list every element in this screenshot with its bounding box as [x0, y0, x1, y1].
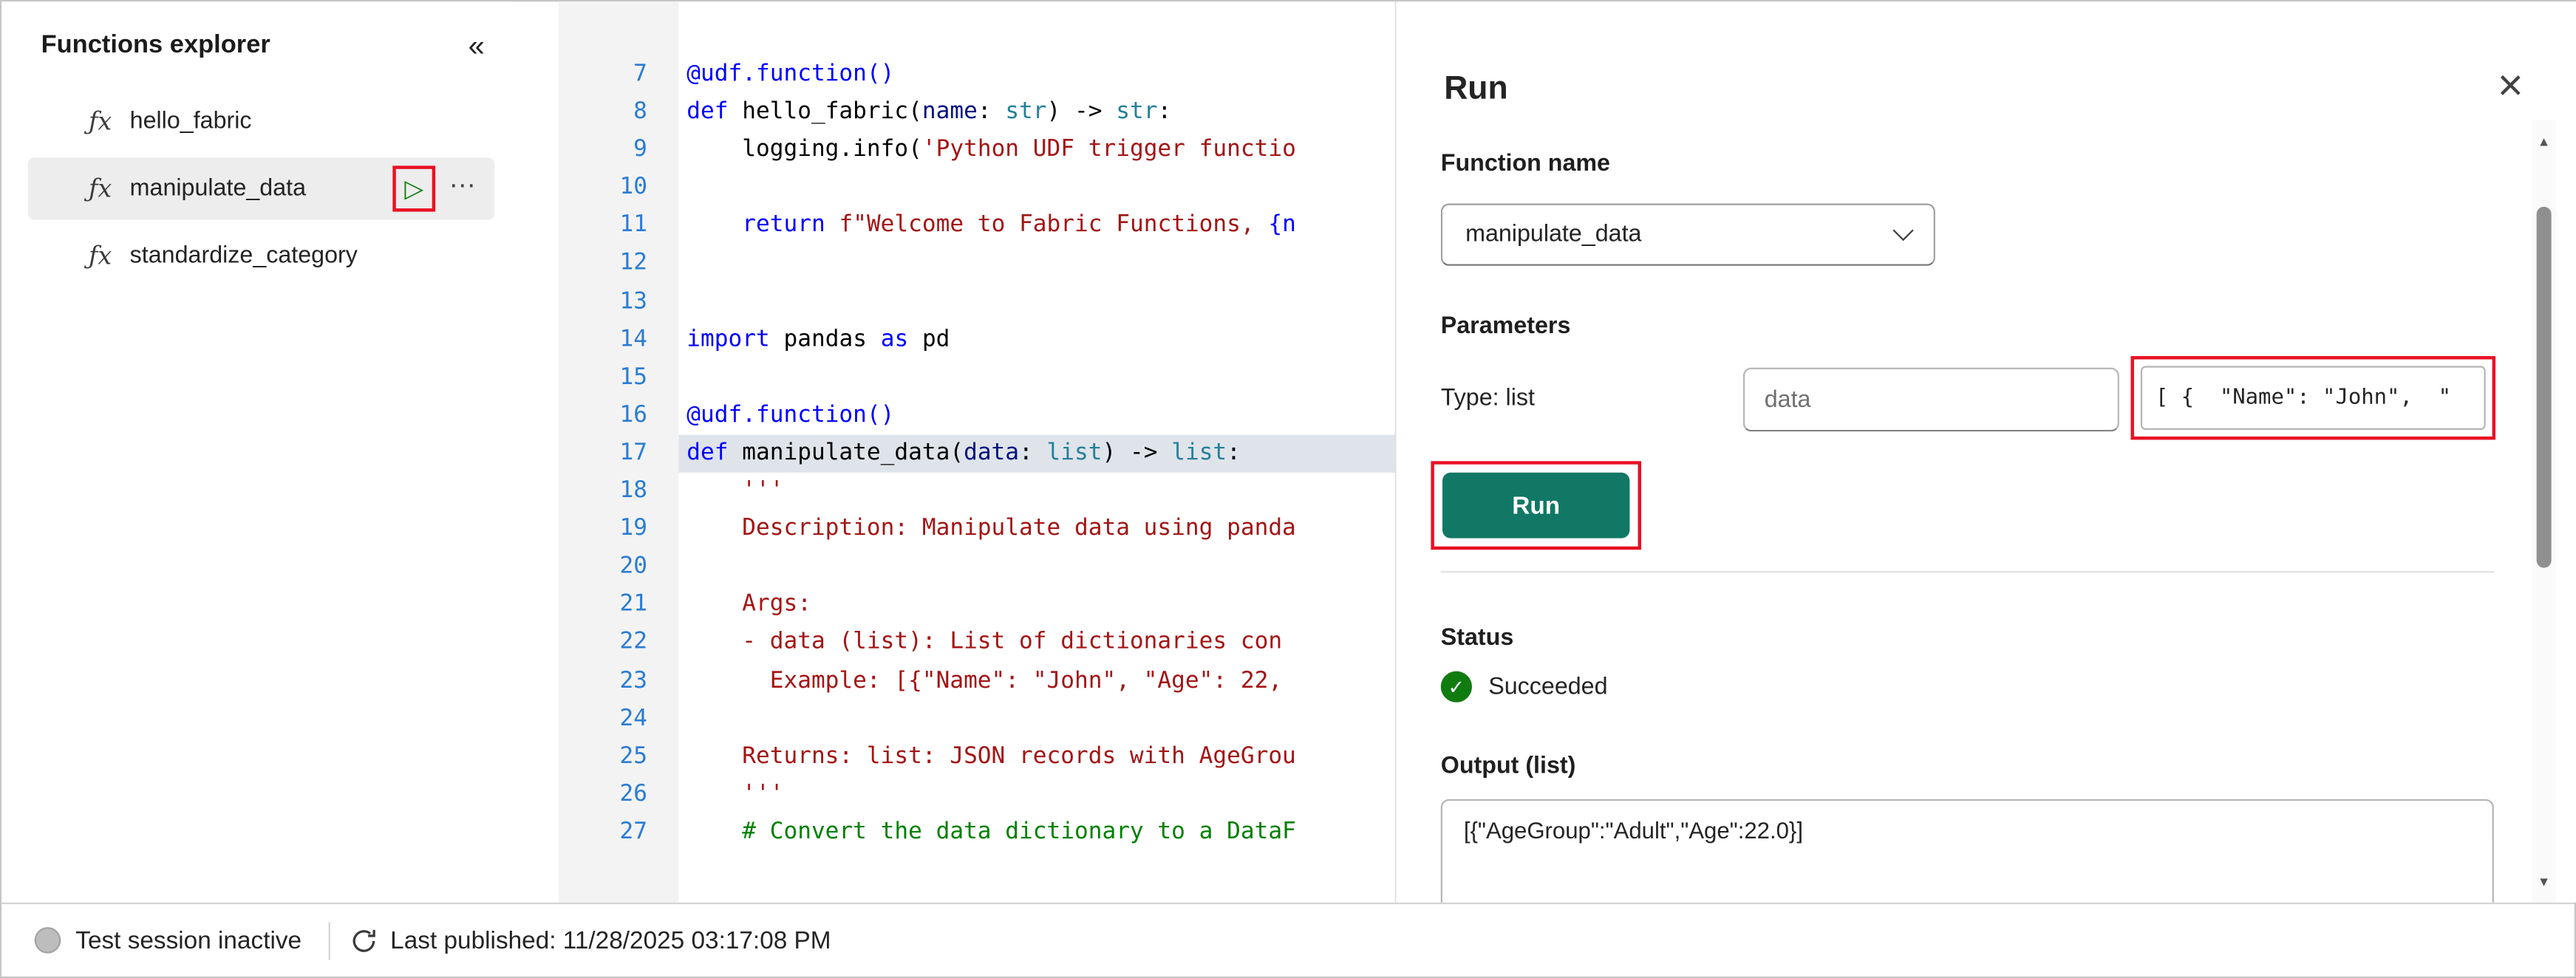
line-number: 19	[559, 510, 678, 548]
dropdown-value: manipulate_data	[1465, 222, 1641, 248]
annotation-box-param-value: [ { "Name": "John", "	[2130, 356, 2495, 440]
sync-icon	[350, 926, 378, 954]
code-line[interactable]	[678, 245, 1394, 283]
function-label: hello_fabric	[130, 109, 252, 135]
parameters-label: Parameters	[1441, 313, 1571, 340]
code-line[interactable]	[678, 169, 1394, 207]
code-line[interactable]: def hello_fabric(name: str) -> str:	[678, 94, 1394, 131]
code-line[interactable]: import pandas as pd	[678, 321, 1394, 359]
status-bar: Test session inactive Last published: 11…	[1, 903, 2575, 977]
line-number: 22	[559, 624, 678, 662]
output-label: Output (list)	[1441, 753, 1576, 780]
scrollbar[interactable]: ▲ ▼	[2532, 120, 2556, 903]
status-value: Succeeded	[1488, 674, 1607, 700]
statusbar-divider	[328, 921, 330, 959]
line-number: 13	[559, 283, 678, 321]
code-line[interactable]: - data (list): List of dictionaries con	[678, 624, 1394, 662]
function-label: standardize_category	[130, 243, 358, 270]
line-number: 9	[559, 131, 678, 169]
param-value-preview[interactable]: [ { "Name": "John", "	[2141, 366, 2486, 430]
scroll-up-icon[interactable]: ▲	[2532, 136, 2556, 149]
line-number: 26	[559, 776, 678, 813]
line-number: 21	[559, 587, 678, 624]
code-line[interactable]: def manipulate_data(data: list) -> list:	[678, 435, 1394, 473]
code-line[interactable]: '''	[678, 473, 1394, 510]
code-line[interactable]: Description: Manipulate data using panda	[678, 510, 1394, 548]
run-button[interactable]: Run	[1442, 473, 1629, 538]
code-line[interactable]	[678, 700, 1394, 738]
sidebar-header: Functions explorer «	[1, 1, 511, 61]
code-area[interactable]: @udf.function()def hello_fabric(name: st…	[678, 1, 1394, 903]
code-line[interactable]	[678, 548, 1394, 586]
line-number: 23	[559, 662, 678, 700]
status-row: ✓ Succeeded	[1441, 671, 1608, 702]
chevron-down-icon	[1892, 220, 1913, 241]
function-list-item[interactable]: ƒx hello_fabric	[28, 90, 494, 152]
function-list-item[interactable]: ƒx standardize_category	[28, 225, 494, 287]
run-panel-title: Run	[1444, 71, 1507, 109]
code-editor[interactable]: 789101112131415161718192021222324252627 …	[559, 1, 1395, 903]
status-label: Status	[1441, 625, 1514, 652]
annotation-box-play: ▷	[392, 165, 435, 211]
line-number: 27	[559, 814, 678, 852]
code-line[interactable]	[678, 283, 1394, 321]
line-number: 17	[559, 435, 678, 473]
annotation-box-run: Run	[1431, 461, 1641, 550]
line-number-gutter: 789101112131415161718192021222324252627	[559, 1, 678, 903]
scroll-down-icon[interactable]: ▼	[2532, 876, 2556, 889]
code-line[interactable]	[678, 359, 1394, 397]
section-divider	[1441, 571, 2494, 572]
code-line[interactable]: @udf.function()	[678, 397, 1394, 434]
code-line[interactable]: # Convert the data dictionary to a DataF	[678, 814, 1394, 852]
session-status-dot	[35, 927, 61, 954]
function-name-label: Function name	[1441, 151, 1610, 177]
code-line[interactable]: return f"Welcome to Fabric Functions, {n	[678, 208, 1394, 245]
close-icon[interactable]: ×	[2498, 64, 2524, 109]
line-number: 10	[559, 169, 678, 207]
line-number: 16	[559, 397, 678, 434]
code-line[interactable]: '''	[678, 776, 1394, 813]
output-box[interactable]: [{"AgeGroup":"Adult","Age":22.0}]	[1441, 799, 2494, 903]
line-number: 12	[559, 245, 678, 283]
line-number: 7	[559, 56, 678, 94]
functions-explorer-sidebar: Functions explorer « ƒx hello_fabric ƒx …	[1, 1, 511, 903]
code-line[interactable]: Args:	[678, 587, 1394, 624]
success-check-icon: ✓	[1441, 671, 1472, 702]
line-number: 18	[559, 473, 678, 510]
code-line[interactable]: Returns: list: JSON records with AgeGrou	[678, 738, 1394, 776]
function-list-item[interactable]: ƒx manipulate_data ▷ …	[28, 157, 494, 219]
more-options-icon[interactable]: …	[449, 163, 478, 195]
function-fx-icon: ƒx	[89, 106, 112, 136]
function-fx-icon: ƒx	[89, 174, 112, 203]
function-fx-icon: ƒx	[89, 242, 112, 271]
sidebar-title: Functions explorer	[41, 31, 270, 61]
code-line[interactable]: @udf.function()	[678, 56, 1394, 94]
function-name-dropdown[interactable]: manipulate_data	[1441, 203, 1935, 265]
line-number: 11	[559, 208, 678, 245]
line-number: 25	[559, 738, 678, 776]
collapse-sidebar-icon[interactable]: «	[468, 31, 485, 61]
line-number: 15	[559, 359, 678, 397]
session-status-text: Test session inactive	[75, 926, 301, 954]
function-label: manipulate_data	[130, 176, 306, 202]
param-type-label: Type: list	[1441, 386, 1535, 412]
output-value: [{"AgeGroup":"Adult","Age":22.0}]	[1464, 817, 1803, 844]
function-list: ƒx hello_fabric ƒx manipulate_data ▷ … ƒ…	[1, 90, 511, 287]
run-panel: Run × Function name manipulate_data Para…	[1397, 1, 2576, 903]
functions-explorer-window: Functions explorer « ƒx hello_fabric ƒx …	[0, 0, 2576, 978]
line-number: 20	[559, 548, 678, 586]
param-input[interactable]	[1743, 368, 2119, 432]
code-line[interactable]: Example: [{"Name": "John", "Age": 22,	[678, 662, 1394, 700]
last-published-text: Last published: 11/28/2025 03:17:08 PM	[390, 926, 831, 954]
scrollbar-thumb[interactable]	[2537, 207, 2552, 568]
line-number: 8	[559, 94, 678, 131]
play-icon[interactable]: ▷	[404, 177, 423, 201]
code-line[interactable]: logging.info('Python UDF trigger functio	[678, 131, 1394, 169]
line-number: 24	[559, 700, 678, 738]
line-number: 14	[559, 321, 678, 359]
